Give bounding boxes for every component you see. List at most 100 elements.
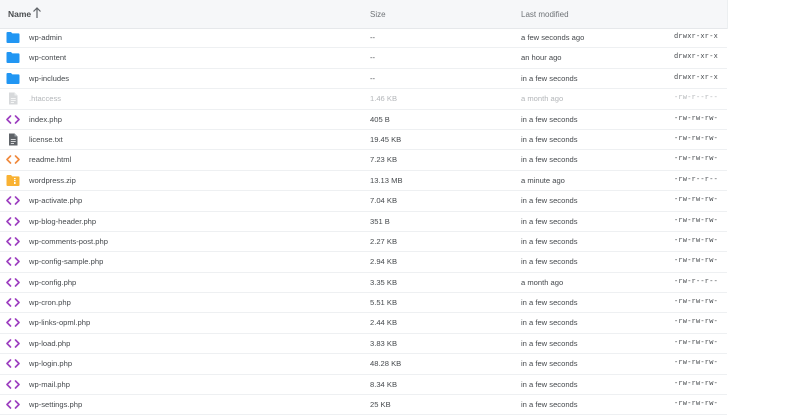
file-name[interactable]: wp-settings.php xyxy=(29,400,82,409)
file-permissions: -rw-r--r-- xyxy=(674,175,719,184)
table-header: Name Size Last modified xyxy=(0,0,727,29)
file-last-modified: in a few seconds xyxy=(521,196,578,206)
table-row[interactable]: wp-links-opml.php 2.44 KB in a few seconds… xyxy=(0,313,727,334)
file-name[interactable]: wp-mail.php xyxy=(29,380,70,389)
folder-icon xyxy=(6,72,20,85)
file-size: -- xyxy=(370,53,376,63)
file-size: 5.51 KB xyxy=(370,298,398,308)
table-row[interactable]: wp-activate.php 7.04 KB in a few seconds -r… xyxy=(0,191,727,212)
file-permissions: -rw-rw-rw- xyxy=(674,236,719,245)
table-row[interactable]: wp-blog-header.php 351 B in a few seconds -… xyxy=(0,212,727,232)
table-row[interactable]: wp-content -- an hour ago drwxr-xr-x xyxy=(0,48,727,69)
code-icon xyxy=(6,357,20,370)
file-permissions: -rw-rw-rw- xyxy=(674,114,719,123)
file-size: 351 B xyxy=(370,216,390,226)
file-name[interactable]: wp-admin xyxy=(29,33,62,42)
code-icon xyxy=(6,113,20,126)
file-permissions: -rw-rw-rw- xyxy=(674,216,719,225)
file-permissions: -rw-rw-rw- xyxy=(674,338,719,347)
file-name[interactable]: wp-activate.php xyxy=(29,196,82,205)
table-row[interactable]: wordpress.zip 13.13 MB a minute ago -rw-r--… xyxy=(0,171,727,192)
file-permissions: -rw-rw-rw- xyxy=(674,134,719,143)
file-size: 7.04 KB xyxy=(370,196,398,206)
code-icon xyxy=(6,378,20,391)
file-name[interactable]: wp-comments-post.php xyxy=(29,237,108,246)
file-permissions: -rw-rw-rw- xyxy=(674,379,719,388)
file-last-modified: a month ago xyxy=(521,94,564,104)
table-row[interactable]: wp-admin -- a few seconds ago drwxr-xr-x xyxy=(0,28,727,49)
file-last-modified: in a few seconds xyxy=(521,216,578,226)
sort-arrow-up-icon[interactable] xyxy=(32,7,42,19)
file-permissions: -rw-rw-rw- xyxy=(674,298,719,307)
table-row[interactable]: .htaccess 1.46 KB a month ago -rw-r--r-- xyxy=(0,89,727,110)
file-name[interactable]: wp-login.php xyxy=(29,359,72,368)
table-row[interactable]: index.php 405 B in a few seconds -rw-rw-rw- xyxy=(0,110,727,130)
file-size: 2.44 KB xyxy=(370,318,398,328)
file-rows: wp-admin -- a few seconds ago drwxr-xr-x wp-… xyxy=(0,28,727,415)
code-icon xyxy=(6,276,20,289)
file-size: 3.35 KB xyxy=(370,277,398,287)
table-row[interactable]: wp-login.php 48.28 KB in a few seconds -rw-… xyxy=(0,354,727,375)
file-last-modified: in a few seconds xyxy=(521,257,578,267)
file-last-modified: in a few seconds xyxy=(521,73,578,83)
file-list-table: Name Size Last modified wp-admin -- a few … xyxy=(0,0,728,415)
file-last-modified: in a few seconds xyxy=(521,155,578,165)
code-icon xyxy=(6,235,20,248)
file-icon xyxy=(6,133,20,146)
file-name[interactable]: readme.html xyxy=(29,155,71,164)
file-name[interactable]: .htaccess xyxy=(29,94,61,103)
table-row[interactable]: wp-comments-post.php 2.27 KB in a few seco… xyxy=(0,232,727,253)
table-row[interactable]: readme.html 7.23 KB in a few seconds -rw-rw… xyxy=(0,150,727,171)
file-icon xyxy=(6,92,20,105)
file-last-modified: in a few seconds xyxy=(521,338,578,348)
file-name[interactable]: wp-content xyxy=(29,53,66,62)
file-name[interactable]: wp-cron.php xyxy=(29,298,71,307)
code-icon xyxy=(6,296,20,309)
file-permissions: drwxr-xr-x xyxy=(674,33,719,41)
file-permissions: drwxr-xr-x xyxy=(674,73,719,82)
file-name[interactable]: wp-config.php xyxy=(29,278,76,287)
file-size: 8.34 KB xyxy=(370,379,398,389)
file-size: 2.94 KB xyxy=(370,257,398,267)
table-row[interactable]: wp-mail.php 8.34 KB in a few seconds -rw-rw… xyxy=(0,375,727,396)
table-row[interactable]: wp-load.php 3.83 KB in a few seconds -rw-rw… xyxy=(0,334,727,355)
file-name[interactable]: wp-load.php xyxy=(29,339,70,348)
file-last-modified: in a few seconds xyxy=(521,400,578,410)
folder-icon xyxy=(6,51,20,64)
file-size: 3.83 KB xyxy=(370,338,398,348)
file-permissions: drwxr-xr-x xyxy=(674,53,719,62)
file-permissions: -rw-rw-rw- xyxy=(674,196,719,205)
file-name[interactable]: wp-blog-header.php xyxy=(29,217,96,226)
file-size: 2.27 KB xyxy=(370,236,398,246)
column-header-size[interactable]: Size xyxy=(370,10,386,19)
file-size: 19.45 KB xyxy=(370,134,402,144)
file-size: 7.23 KB xyxy=(370,155,398,165)
file-size: 405 B xyxy=(370,114,390,124)
file-size: 25 KB xyxy=(370,400,391,410)
table-row[interactable]: wp-includes -- in a few seconds drwxr-xr-x xyxy=(0,69,727,90)
file-name[interactable]: wp-includes xyxy=(29,74,69,83)
file-name[interactable]: license.txt xyxy=(29,135,63,144)
table-row[interactable]: wp-config.php 3.35 KB a month ago -rw-r--r-… xyxy=(0,273,727,294)
file-last-modified: in a few seconds xyxy=(521,114,578,124)
file-name[interactable]: index.php xyxy=(29,115,62,124)
file-name[interactable]: wp-config-sample.php xyxy=(29,257,103,266)
file-size: 1.46 KB xyxy=(370,94,398,104)
code-icon xyxy=(6,255,20,268)
file-last-modified: in a few seconds xyxy=(521,298,578,308)
table-row[interactable]: wp-settings.php 25 KB in a few seconds -rw-… xyxy=(0,395,727,415)
column-header-name[interactable]: Name xyxy=(8,9,31,19)
file-name[interactable]: wordpress.zip xyxy=(29,176,76,185)
file-last-modified: a month ago xyxy=(521,277,564,287)
file-permissions: -rw-rw-rw- xyxy=(674,359,719,368)
column-header-last-modified[interactable]: Last modified xyxy=(521,10,569,19)
table-row[interactable]: license.txt 19.45 KB in a few seconds -rw-r… xyxy=(0,130,727,151)
file-last-modified: a few seconds ago xyxy=(521,33,585,42)
file-last-modified: in a few seconds xyxy=(521,318,578,328)
table-row[interactable]: wp-cron.php 5.51 KB in a few seconds -rw-rw… xyxy=(0,293,727,314)
file-name[interactable]: wp-links-opml.php xyxy=(29,318,90,327)
file-last-modified: a minute ago xyxy=(521,175,565,185)
file-permissions: -rw-rw-rw- xyxy=(674,318,719,327)
code-icon xyxy=(6,194,20,207)
table-row[interactable]: wp-config-sample.php 2.94 KB in a few seco… xyxy=(0,252,727,273)
